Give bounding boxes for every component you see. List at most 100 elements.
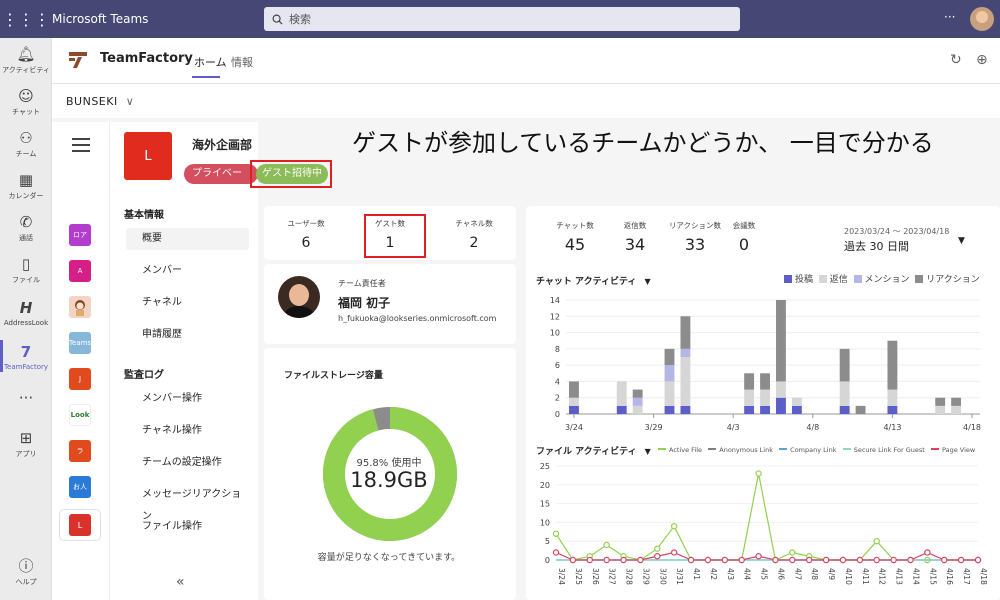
app-launcher-icon[interactable]: ⋮⋮⋮ [0,10,52,29]
team-icon[interactable]: Look [69,404,91,426]
data-point [839,556,847,564]
data-point [941,556,948,564]
storage-card: ファイルストレージ容量 95.8% 使用中 18.9GB 容量が足りなくなってき… [264,348,516,600]
rail-apps[interactable]: ⊞ アプリ [0,430,52,459]
nav-item-file-ops[interactable]: ファイル操作 [126,516,249,538]
team-icon[interactable]: ラ [69,440,91,462]
refresh-icon[interactable]: ↻ [950,52,962,68]
team-name: 海外企画部 [192,138,253,152]
owner-label: チーム責任者 [338,279,386,288]
nav-item-members[interactable]: メンバー [126,260,249,282]
rail-teamfactory[interactable]: 7 TeamFactory [0,340,52,372]
legend-reply: 返信 [818,275,848,285]
nav-item-member-ops[interactable]: メンバー操作 [126,388,249,410]
team-icon[interactable]: お人 [69,476,91,498]
nav-item-settings-ops[interactable]: チームの設定操作 [126,452,249,474]
x-tick-label: 4/14 [911,568,920,585]
stat-meetings: 会議数 0 [732,221,756,254]
apps-icon: ⊞ [19,429,33,447]
legend-anonymous-link: Anonymous Link [708,446,773,454]
bar-segment [664,381,675,406]
data-point [789,549,796,556]
team-icon[interactable]: A [69,260,91,282]
search-input[interactable]: 検索 [264,7,740,31]
bar-segment [776,397,786,414]
bar-segment [760,405,770,414]
bar-segment [632,405,643,414]
guest-highlight-box: ゲスト招待中 [250,160,332,188]
data-point [704,556,712,564]
x-tick-label: 3/29 [641,568,650,585]
bar-segment [664,405,675,414]
data-point [654,553,661,560]
rail-activity[interactable]: 🔔︎ アクティビティ [0,46,52,75]
x-tick-label: 3/25 [574,568,583,585]
menu-icon[interactable] [72,138,90,156]
more-options-icon[interactable]: ··· [944,10,955,24]
y-tick-label: 8 [555,345,560,354]
nav-item-message-reactions[interactable]: メッセージリアクション [126,484,249,522]
rail-calendar[interactable]: ▦ カレンダー [0,172,52,201]
x-tick-label: 4/3 [726,568,735,580]
x-tick-label: 3/24 [557,568,566,585]
rail-addresslook[interactable]: H AddressLook [0,300,52,328]
x-tick-label: 4/18 [963,423,981,432]
bar-segment [887,340,898,390]
data-point [552,549,560,556]
period-dropdown-icon[interactable]: ▼ [958,236,965,246]
data-point [755,553,762,560]
x-tick-label: 4/4 [743,568,752,580]
rail-calls[interactable]: ✆ 通話 [0,214,52,243]
legend-company-link: Company Link [779,446,836,454]
y-tick-label: 0 [555,410,560,419]
y-tick-label: 25 [540,462,550,471]
chevron-down-icon: ∨ [125,95,135,108]
data-point [670,522,678,530]
rail-more[interactable]: ··· [0,390,52,409]
y-tick-label: 6 [555,361,560,370]
y-tick-label: 14 [550,296,560,305]
team-icon[interactable]: J [69,368,91,390]
tab-info[interactable]: 情報 [231,54,253,70]
nav-item-channel-ops[interactable]: チャネル操作 [126,420,249,442]
stat-users: ユーザー数 6 [287,219,325,251]
help-icon: ⓘ [18,557,34,575]
user-avatar[interactable] [970,7,994,31]
bar-segment [855,405,866,414]
nav-item-channels[interactable]: チャネル [126,292,249,314]
chat-activity-title[interactable]: チャット アクティビティ ▼ [536,274,651,287]
x-tick-label: 3/24 [565,423,583,432]
y-tick-label: 20 [540,481,550,490]
chat-activity-chart: 0 2 4 6 8 10 12 14 3/24 3/29 4/3 4/8 4/13 4/18 [550,296,981,432]
rail-files[interactable]: ▯ ファイル [0,256,52,285]
period-select[interactable]: 過去 30 日間 [844,238,909,254]
team-icon[interactable] [69,296,91,318]
globe-icon[interactable]: ⊕ [976,52,988,68]
rail-help[interactable]: ⓘ ヘルプ [0,558,52,587]
data-point [670,549,678,556]
rail-chat[interactable]: ☺︎ チャット [0,88,52,117]
team-selector[interactable]: BUNSEKI ∨ [66,95,134,108]
collapse-icon[interactable]: « [176,574,185,590]
team-icon[interactable]: ロア [69,224,91,246]
nav-item-overview[interactable]: 概要 [126,228,249,250]
team-icon[interactable]: Teams [69,332,91,354]
bar-segment [680,316,691,349]
tab-home[interactable]: ホーム [192,54,227,78]
privacy-badge: プライベート [184,164,258,199]
data-point [687,556,695,564]
x-tick-label: 4/7 [793,568,802,580]
storage-title: ファイルストレージ容量 [284,371,383,381]
app-title: TeamFactory [100,51,193,66]
bar-segment [776,300,786,382]
storage-value: 18.9GB [350,468,428,492]
nav-item-requests[interactable]: 申請履歴 [126,324,249,346]
stat-channels: チャネル数 2 [455,219,493,251]
bar-segment [569,397,579,406]
rail-teams[interactable]: ⚇ チーム [0,130,52,159]
y-tick-label: 15 [540,500,550,509]
team-icon-selected[interactable]: L [60,510,100,540]
file-activity-title[interactable]: ファイル アクティビティ ▼ [536,444,651,457]
x-tick-label: 4/10 [844,568,853,585]
x-tick-label: 3/26 [591,568,600,585]
